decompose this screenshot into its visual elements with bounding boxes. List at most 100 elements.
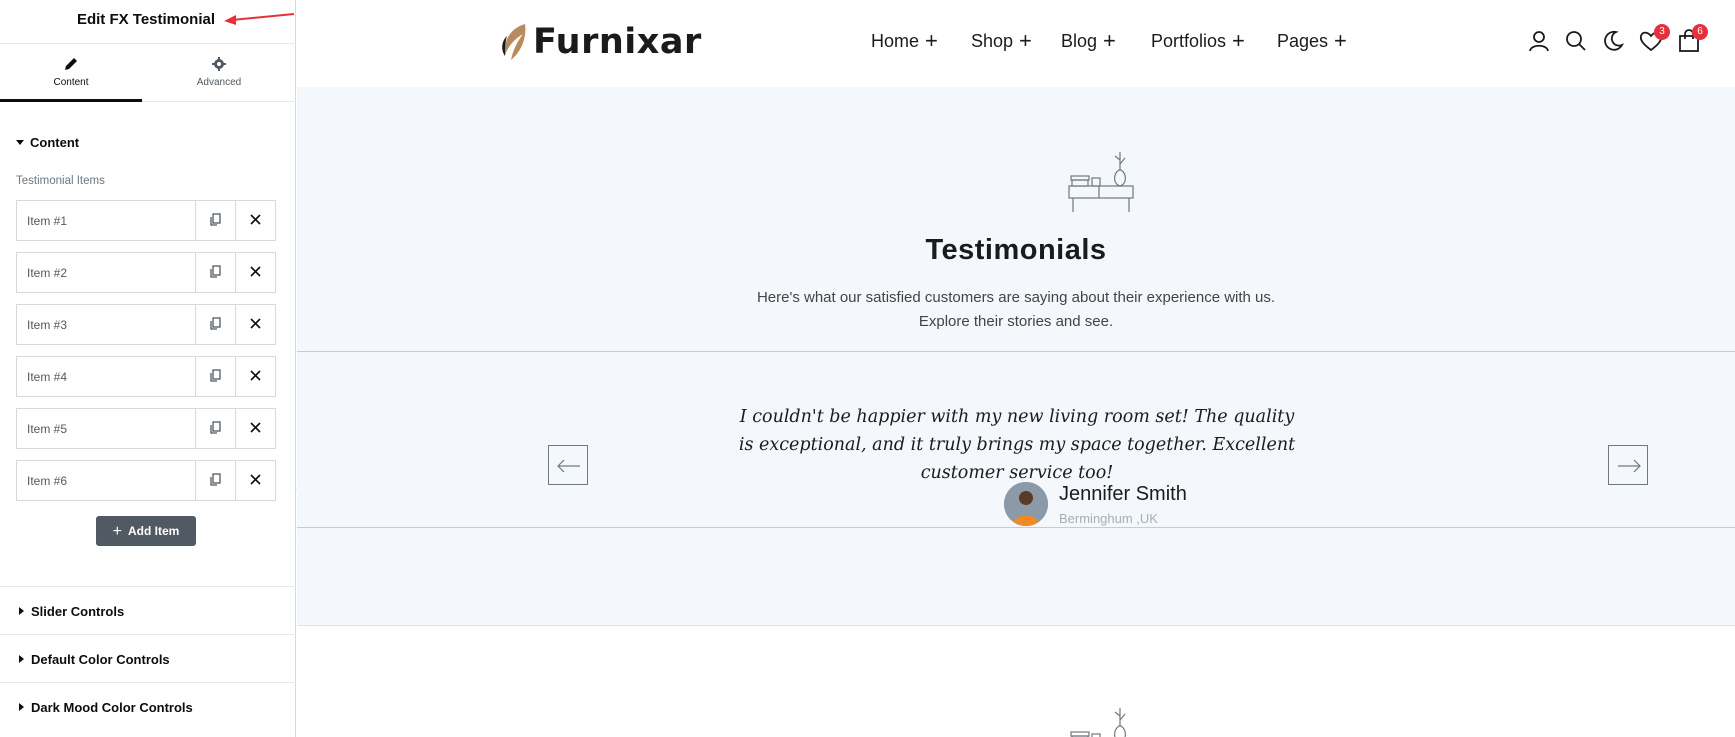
red-annotation-arrow-icon — [224, 13, 295, 25]
section-content-toggle[interactable]: Content — [16, 135, 79, 150]
section-slider-controls[interactable]: Slider Controls — [16, 604, 124, 619]
copy-icon — [210, 317, 221, 330]
repeater-item: Item #4 — [16, 356, 276, 397]
person-photo — [1004, 482, 1048, 526]
nav-label: Shop — [971, 31, 1014, 51]
plus-icon: + — [1232, 28, 1245, 53]
repeater-item: Item #3 — [16, 304, 276, 345]
remove-button[interactable] — [235, 305, 275, 344]
testimonial-quote: I couldn't be happier with my new living… — [738, 407, 1296, 483]
remove-button[interactable] — [235, 409, 275, 448]
close-icon — [250, 474, 261, 485]
user-icon[interactable] — [1528, 30, 1550, 52]
repeater-item-title[interactable]: Item #5 — [27, 422, 67, 436]
nav-label: Blog — [1061, 31, 1098, 51]
plus-icon: + — [1019, 28, 1032, 53]
repeater-item-title[interactable]: Item #2 — [27, 266, 67, 280]
panel-header: Edit FX Testimonial — [0, 0, 296, 44]
copy-icon — [210, 369, 221, 382]
remove-button[interactable] — [235, 461, 275, 500]
furniture-shelf-icon — [1068, 152, 1134, 212]
repeater-item: Item #2 — [16, 252, 276, 293]
tab-advanced[interactable]: Advanced — [142, 45, 296, 102]
cart-count-badge: 6 — [1692, 24, 1708, 40]
tab-content-label: Content — [53, 77, 89, 88]
close-icon — [250, 318, 261, 329]
subtitle-line: Here's what our satisfied customers are … — [756, 289, 1276, 306]
tab-content[interactable]: Content — [0, 45, 142, 102]
avatar — [1004, 482, 1048, 526]
subtitle-line: Explore their stories and see. — [918, 313, 1114, 330]
plus-icon: + — [1103, 28, 1116, 53]
add-item-button[interactable]: + Add Item — [96, 516, 196, 546]
repeater-item-title[interactable]: Item #4 — [27, 370, 67, 384]
search-icon[interactable] — [1565, 30, 1587, 52]
nav-item-pages[interactable]: Pages + — [1277, 28, 1347, 54]
close-icon — [250, 370, 261, 381]
furniture-shelf-icon — [1070, 708, 1126, 737]
preview-canvas: Furnixar Home + Shop + Blog + Portfolios + P… — [297, 0, 1735, 737]
remove-button[interactable] — [235, 357, 275, 396]
next-slide-button[interactable] — [1608, 445, 1648, 485]
arrow-right-icon — [1618, 459, 1641, 473]
duplicate-button[interactable] — [195, 461, 235, 500]
wishlist-count-badge: 3 — [1654, 24, 1670, 40]
repeater-item: Item #5 — [16, 408, 276, 449]
nav-item-portfolios[interactable]: Portfolios + — [1151, 28, 1245, 54]
duplicate-button[interactable] — [195, 357, 235, 396]
section-label: Dark Mood Color Controls — [31, 700, 193, 715]
divider — [0, 682, 296, 683]
repeater-item-title[interactable]: Item #1 — [27, 214, 67, 228]
section-default-color-controls[interactable]: Default Color Controls — [16, 652, 170, 667]
testimonials-title: Testimonials — [925, 234, 1107, 266]
prev-slide-button[interactable] — [548, 445, 588, 485]
copy-icon — [210, 473, 221, 486]
testimonial-items-repeater: Item #1 Item #2 Item #3 Item #4 Item #5 … — [16, 200, 276, 512]
caret-right-icon — [19, 607, 24, 615]
divider — [0, 586, 296, 587]
plus-icon: + — [925, 28, 938, 53]
caret-right-icon — [19, 655, 24, 663]
repeater-item-title[interactable]: Item #6 — [27, 474, 67, 488]
duplicate-button[interactable] — [195, 305, 235, 344]
nav-label: Pages — [1277, 31, 1329, 51]
remove-button[interactable] — [235, 201, 275, 240]
tab-advanced-label: Advanced — [196, 77, 242, 88]
duplicate-button[interactable] — [195, 253, 235, 292]
plus-icon: + — [112, 523, 122, 540]
leaf-logo-icon — [502, 24, 526, 60]
nav-label: Home — [871, 31, 920, 51]
section-content-label: Content — [30, 135, 80, 150]
testimonial-slider: I couldn't be happier with my new living… — [297, 351, 1735, 528]
remove-button[interactable] — [235, 253, 275, 292]
moon-icon[interactable] — [1602, 30, 1624, 52]
nav-label: Portfolios — [1151, 31, 1227, 51]
caret-right-icon — [19, 703, 24, 711]
divider — [0, 634, 296, 635]
author-location: Berminghum ,UK — [1059, 511, 1158, 526]
nav-item-home[interactable]: Home + — [871, 28, 938, 54]
section-label: Slider Controls — [31, 604, 125, 619]
author-name: Jennifer Smith — [1059, 483, 1187, 505]
plus-icon: + — [1334, 28, 1347, 53]
editor-panel: Edit FX Testimonial Content Advanced Con… — [0, 0, 296, 737]
caret-down-icon — [16, 140, 24, 145]
site-header: Furnixar Home + Shop + Blog + Portfolios + P… — [297, 0, 1735, 87]
repeater-item: Item #1 — [16, 200, 276, 241]
duplicate-button[interactable] — [195, 409, 235, 448]
pencil-icon — [65, 58, 77, 70]
repeater-item-title[interactable]: Item #3 — [27, 318, 67, 332]
nav-item-blog[interactable]: Blog + — [1061, 28, 1116, 54]
section-label: Default Color Controls — [31, 652, 170, 667]
arrow-left-icon — [557, 459, 580, 473]
close-icon — [250, 266, 261, 277]
testimonials-subtitle: Here's what our satisfied customers are … — [297, 286, 1735, 334]
close-icon — [250, 214, 261, 225]
nav-item-shop[interactable]: Shop + — [971, 28, 1032, 54]
logo-text: Furnixar — [533, 22, 702, 62]
add-item-label: Add Item — [128, 524, 180, 538]
section-dark-mood-color-controls[interactable]: Dark Mood Color Controls — [16, 700, 193, 715]
copy-icon — [210, 213, 221, 226]
duplicate-button[interactable] — [195, 201, 235, 240]
copy-icon — [210, 265, 221, 278]
